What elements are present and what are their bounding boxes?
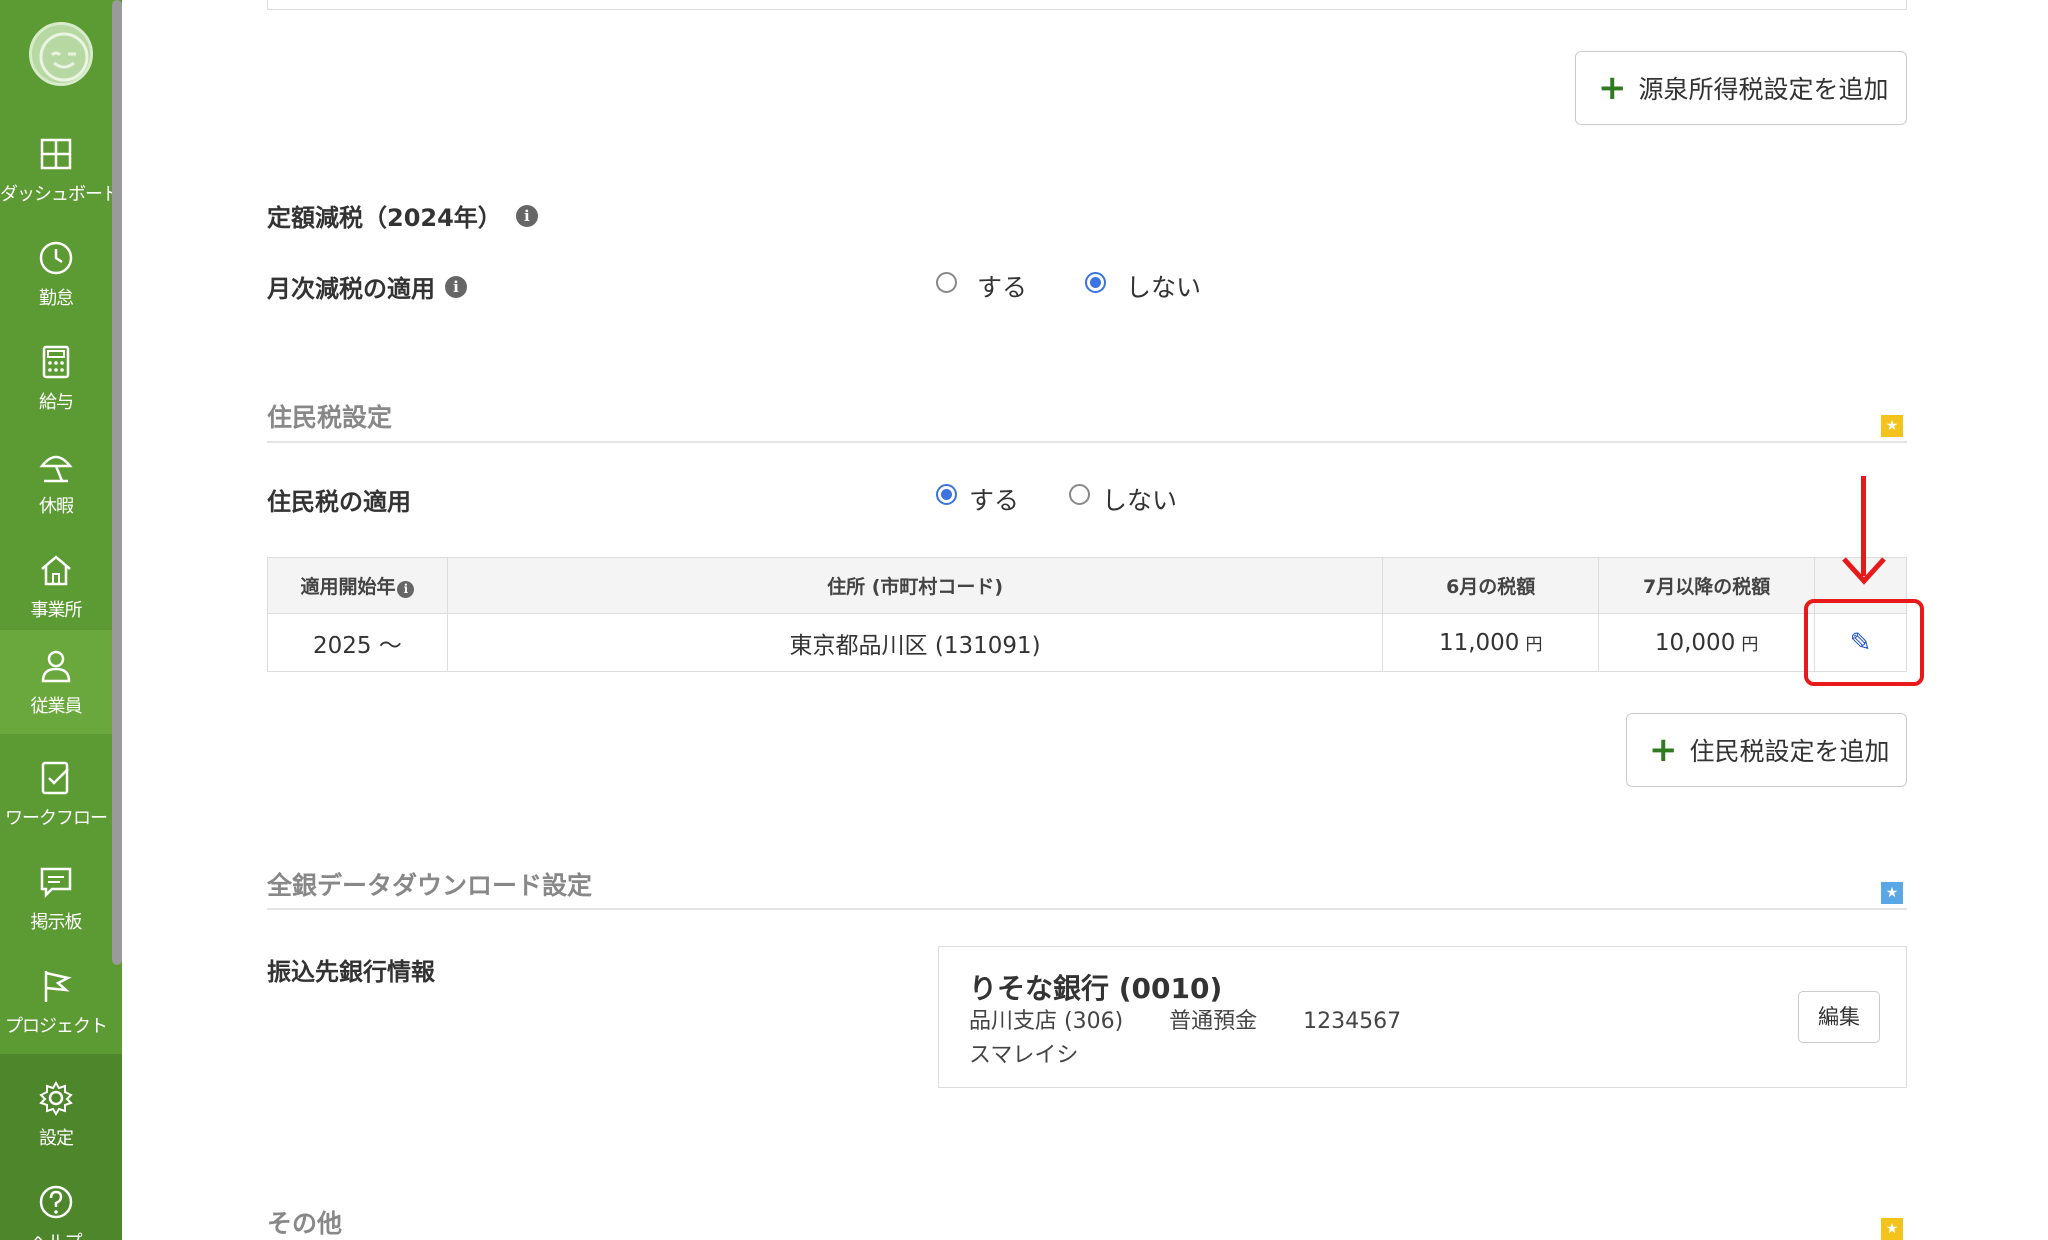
bank-download-section-title: 全銀データダウンロード設定 — [267, 871, 593, 900]
sidebar-item-label: 掲示板 — [30, 912, 83, 933]
sidebar-item-board[interactable]: 掲示板 — [0, 846, 112, 950]
other-section-title: その他 — [267, 1209, 343, 1238]
section-divider — [267, 908, 1907, 910]
home-icon — [41, 555, 71, 586]
sidebar-item-office[interactable]: 事業所 — [0, 534, 112, 638]
resident-tax-table: 適用開始年 i 住所 (市町村コード) 6月の税額 7月以降の税額 2025 〜 … — [267, 557, 1907, 672]
annotation-highlight-box — [1804, 599, 1924, 686]
calculator-icon — [42, 345, 70, 379]
sidebar-item-label: 事業所 — [30, 600, 83, 621]
header-after-july-tax: 7月以降の税額 — [1598, 557, 1816, 614]
add-withholding-label: 源泉所得税設定を追加 — [1638, 75, 1889, 104]
user-icon — [41, 650, 71, 683]
flag-icon — [44, 971, 72, 1002]
monthly-tax-cut-yes-label[interactable]: する — [977, 268, 1027, 304]
info-icon[interactable]: i — [515, 204, 538, 227]
withholding-table-bottom — [267, 0, 1907, 10]
add-withholding-button[interactable]: + 源泉所得税設定を追加 — [1575, 51, 1907, 125]
dashboard-icon — [40, 138, 72, 170]
cell-june-tax: 11,000 円 — [1382, 613, 1600, 672]
favorite-star-icon[interactable]: ★ — [1881, 1218, 1903, 1240]
add-resident-tax-label: 住民税設定を追加 — [1689, 737, 1890, 766]
resident-tax-section-title: 住民税設定 — [267, 403, 393, 432]
sidebar-scrollbar[interactable] — [112, 0, 122, 965]
favorite-star-icon[interactable]: ★ — [1881, 882, 1903, 904]
sidebar-item-project[interactable]: プロジェクト — [0, 950, 112, 1054]
monthly-tax-cut-no-radio[interactable] — [1085, 272, 1106, 293]
resident-tax-no-radio[interactable] — [1069, 484, 1090, 505]
edit-bank-button[interactable]: 編集 — [1798, 991, 1880, 1043]
cell-start-year: 2025 〜 — [267, 613, 448, 672]
annotation-arrow-head-icon — [1842, 557, 1886, 585]
table-header-row: 適用開始年 i 住所 (市町村コード) 6月の税額 7月以降の税額 — [267, 557, 1907, 614]
monthly-tax-cut-label-row: 月次減税の適用 i — [267, 269, 467, 304]
resident-tax-no-label[interactable]: しない — [1102, 481, 1177, 517]
sidebar-item-label: 給与 — [39, 392, 74, 413]
cell-address: 東京都品川区 (131091) — [446, 613, 1384, 672]
workflow-icon — [41, 761, 69, 795]
plus-icon: + — [1649, 730, 1678, 770]
header-start-year: 適用開始年 i — [267, 557, 448, 614]
logo[interactable] — [29, 22, 93, 86]
message-board-icon — [40, 867, 72, 899]
sidebar-item-label: プロジェクト — [5, 1016, 108, 1037]
favorite-star-icon[interactable]: ★ — [1881, 415, 1903, 437]
header-address: 住所 (市町村コード) — [446, 557, 1384, 614]
fixed-tax-cut-heading: 定額減税（2024年） i — [267, 198, 538, 233]
sidebar-item-settings[interactable]: 設定 — [0, 1062, 112, 1166]
sidebar: ダッシュボード 勤怠 給与 休暇 事業所 従業員 ワークフロー 掲示板 プロジェ… — [0, 0, 122, 1240]
sidebar-item-label: ダッシュボード — [0, 184, 120, 205]
cell-after-july-tax: 10,000 円 — [1598, 613, 1816, 672]
sidebar-item-leave[interactable]: 休暇 — [0, 430, 112, 534]
sidebar-item-label: ワークフロー — [5, 808, 108, 829]
bank-info-card: りそな銀行 (0010) 品川支店 (306) 普通預金 1234567 スマレ… — [938, 946, 1907, 1088]
section-divider — [267, 441, 1907, 443]
resident-tax-yes-label[interactable]: する — [969, 481, 1019, 517]
sidebar-item-payroll[interactable]: 給与 — [0, 326, 112, 430]
bank-account-holder: スマレイシ — [969, 1043, 1079, 1068]
sidebar-item-label: 休暇 — [39, 496, 74, 517]
table-row: 2025 〜 東京都品川区 (131091) 11,000 円 10,000 円 ✎ — [267, 613, 1907, 672]
resident-tax-yes-radio[interactable] — [936, 484, 957, 505]
bank-account-number: 1234567 — [1303, 1009, 1402, 1034]
sidebar-item-label: 設定 — [39, 1128, 74, 1149]
sidebar-item-help[interactable]: ヘルプ — [0, 1166, 112, 1240]
info-icon[interactable]: i — [397, 581, 415, 598]
sidebar-item-label: 従業員 — [30, 696, 83, 717]
clock-icon — [39, 241, 73, 275]
monthly-tax-cut-label: 月次減税の適用 — [267, 275, 435, 303]
bank-name: りそな銀行 (0010) — [969, 972, 1223, 1005]
sidebar-item-label: 勤怠 — [39, 288, 74, 309]
sidebar-item-dashboard[interactable]: ダッシュボード — [0, 118, 120, 222]
smiley-logo-icon — [39, 32, 89, 82]
info-icon[interactable]: i — [445, 275, 467, 298]
monthly-tax-cut-no-label[interactable]: しない — [1126, 268, 1201, 304]
sidebar-item-employees[interactable]: 従業員 — [0, 630, 112, 734]
bank-account-line: 品川支店 (306) 普通預金 1234567 — [969, 1003, 1401, 1035]
sidebar-item-attendance[interactable]: 勤怠 — [0, 222, 112, 326]
gear-icon — [39, 1081, 73, 1116]
transfer-bank-label: 振込先銀行情報 — [267, 958, 435, 986]
sidebar-item-workflow[interactable]: ワークフロー — [0, 742, 112, 846]
bank-account-type: 普通預金 — [1169, 1009, 1258, 1034]
help-icon — [39, 1185, 73, 1219]
monthly-tax-cut-yes-radio[interactable] — [936, 272, 957, 293]
bank-branch: 品川支店 (306) — [969, 1009, 1124, 1034]
sidebar-item-label: ヘルプ — [0, 1228, 112, 1240]
beach-umbrella-icon — [39, 455, 73, 483]
header-june-tax: 6月の税額 — [1382, 557, 1600, 614]
add-resident-tax-button[interactable]: + 住民税設定を追加 — [1626, 713, 1907, 787]
resident-tax-apply-label: 住民税の適用 — [267, 488, 411, 516]
plus-icon: + — [1598, 68, 1627, 108]
fixed-tax-cut-title: 定額減税（2024年） — [267, 204, 502, 232]
